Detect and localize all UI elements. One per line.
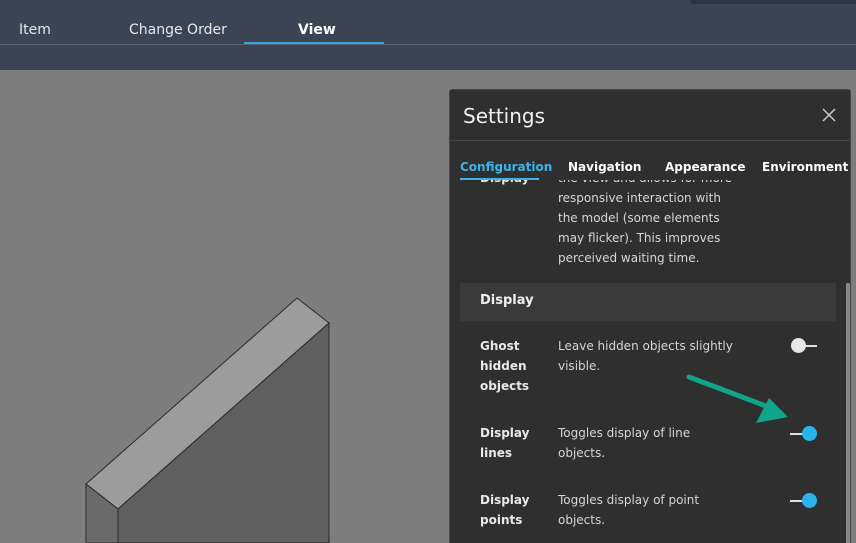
setting-label: lines xyxy=(480,446,513,460)
setting-description: Toggles display of line xyxy=(558,426,691,440)
setting-label: Ghost xyxy=(480,339,520,353)
setting-label: points xyxy=(480,513,523,527)
tab-configuration[interactable]: Configuration xyxy=(460,160,552,174)
settings-scrollbar[interactable] xyxy=(846,283,850,543)
model-slab[interactable] xyxy=(85,297,330,543)
header-separator xyxy=(450,140,850,141)
tab-divider xyxy=(0,44,856,45)
display-lines-toggle[interactable] xyxy=(790,425,820,443)
tab-navigation[interactable]: Navigation xyxy=(568,160,641,174)
display-section-header: Display xyxy=(460,283,836,321)
partial-setting-desc-line: perceived waiting time. xyxy=(558,251,700,265)
section-title: Display xyxy=(480,293,534,308)
top-navigation-bar: Item Change Order View xyxy=(0,0,856,70)
setting-description: objects. xyxy=(558,513,606,527)
setting-description: Leave hidden objects slightly xyxy=(558,339,733,353)
tab-view[interactable]: View xyxy=(298,22,336,38)
setting-label: Display xyxy=(480,493,530,507)
settings-scroll-area[interactable]: Display the view and allows for more res… xyxy=(450,180,850,543)
partial-setting-desc-line: the model (some elements xyxy=(558,211,720,225)
tab-item[interactable]: Item xyxy=(19,22,51,38)
topbar-corner-strip xyxy=(691,0,856,4)
ghost-hidden-objects-toggle[interactable] xyxy=(789,337,819,355)
display-points-toggle[interactable] xyxy=(790,492,820,510)
setting-label: objects xyxy=(480,379,530,393)
partial-setting-desc-line: responsive interaction with xyxy=(558,191,721,205)
settings-title: Settings xyxy=(463,104,546,128)
partial-setting-desc-cut: the view and allows for more xyxy=(558,180,732,188)
setting-label: hidden xyxy=(480,359,527,373)
close-icon[interactable] xyxy=(822,108,836,122)
tab-environment[interactable]: Environment xyxy=(762,160,848,174)
partial-setting-desc-line: may flicker). This improves xyxy=(558,231,721,245)
setting-description: visible. xyxy=(558,359,601,373)
setting-description: objects. xyxy=(558,446,606,460)
partial-setting-label: Display xyxy=(480,180,529,188)
tab-appearance[interactable]: Appearance xyxy=(665,160,746,174)
settings-panel: Settings Configuration Navigation Appear… xyxy=(449,89,851,543)
setting-label: Display xyxy=(480,426,530,440)
tab-change-order[interactable]: Change Order xyxy=(129,22,227,38)
setting-description: Toggles display of point xyxy=(558,493,700,507)
